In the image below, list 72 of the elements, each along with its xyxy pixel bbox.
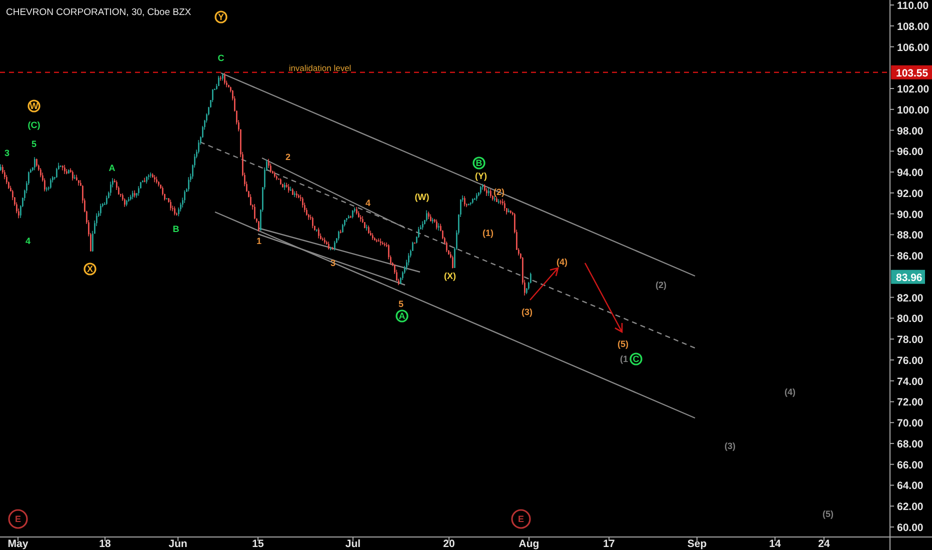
circled-wave-label: A [396, 310, 408, 322]
wave-label: (5) [822, 509, 834, 519]
wave-label: (Y) [475, 171, 487, 181]
earnings-marker[interactable]: E [511, 509, 531, 529]
price-label: 74.00 [897, 376, 924, 388]
wave-label: 5 [398, 299, 404, 309]
wave-label: (3) [522, 307, 532, 317]
date-label: Aug [518, 538, 540, 550]
chart-title: CHEVRON CORPORATION, 30, Cboe BZX [6, 7, 192, 18]
price-label: 98.00 [897, 125, 924, 138]
date-label: 17 [603, 538, 615, 550]
wave-label: (C) [28, 120, 40, 130]
wave-label: (4) [556, 257, 568, 267]
price-label: 66.00 [897, 459, 924, 472]
date-label: 15 [252, 538, 264, 550]
price-label: 106.00 [897, 42, 930, 54]
date-label: May [8, 538, 28, 550]
wave-label: A [108, 163, 116, 173]
price-label: 88.00 [897, 230, 924, 242]
wave-label: (4) [784, 387, 796, 397]
date-label: Jul [345, 538, 361, 550]
wave-label: C [218, 53, 224, 63]
price-label: 110.00 [897, 0, 929, 12]
price-label: 100.00 [897, 104, 930, 116]
date-label: Jun [168, 538, 188, 550]
wave-label: 4 [366, 198, 370, 208]
price-label: 72.00 [897, 396, 924, 409]
price-label: 70.00 [897, 418, 924, 430]
price-label: 94.00 [897, 167, 924, 180]
date-label: 24 [818, 538, 830, 550]
price-label: 82.00 [897, 292, 924, 304]
circled-wave-label: B [472, 156, 486, 170]
price-label: 90.00 [897, 208, 924, 221]
price-label: 68.00 [897, 438, 924, 450]
wave-label: 2 [286, 152, 290, 162]
wave-label: 3 [4, 148, 10, 158]
wave-label: (W) [414, 192, 430, 202]
date-label: 14 [769, 538, 781, 550]
wave-label: B [172, 224, 180, 234]
price-marker: 83.96 [891, 270, 925, 284]
price-label: 80.00 [897, 313, 924, 326]
price-label: 64.00 [897, 480, 924, 492]
price-label: 96.00 [897, 146, 924, 158]
wave-label: (3) [724, 441, 736, 451]
earnings-marker[interactable]: E [8, 509, 28, 529]
circled-wave-label: W [28, 100, 40, 112]
date-label: Sep [687, 538, 707, 550]
price-label: 76.00 [897, 354, 924, 367]
wave-label: (X) [444, 271, 456, 281]
circled-wave-label: C [630, 352, 642, 366]
price-label: 102.00 [897, 84, 930, 96]
wave-label: (5) [618, 339, 628, 349]
wave-label: 1 [256, 236, 262, 246]
projection-arrow [584, 262, 623, 334]
wave-label: (1 [620, 354, 628, 364]
price-label: 92.00 [897, 188, 924, 200]
level-label: invalidation level [288, 63, 352, 73]
price-label: 78.00 [897, 334, 924, 346]
projection-arrow [529, 267, 559, 301]
wave-label: (1) [482, 228, 494, 238]
circled-wave-label: Y [214, 10, 228, 24]
price-label: 86.00 [897, 250, 924, 263]
wave-label: 4 [26, 236, 30, 246]
price-label: 108.00 [897, 20, 930, 33]
wave-label: 5 [32, 139, 36, 149]
price-label: 62.00 [897, 501, 924, 514]
wave-label: (2) [656, 280, 666, 290]
price-label: 60.00 [897, 522, 924, 534]
date-label: 18 [99, 538, 111, 550]
price-marker: 103.55 [891, 65, 932, 80]
circled-wave-label: X [84, 262, 96, 276]
date-label: 20 [443, 538, 455, 550]
